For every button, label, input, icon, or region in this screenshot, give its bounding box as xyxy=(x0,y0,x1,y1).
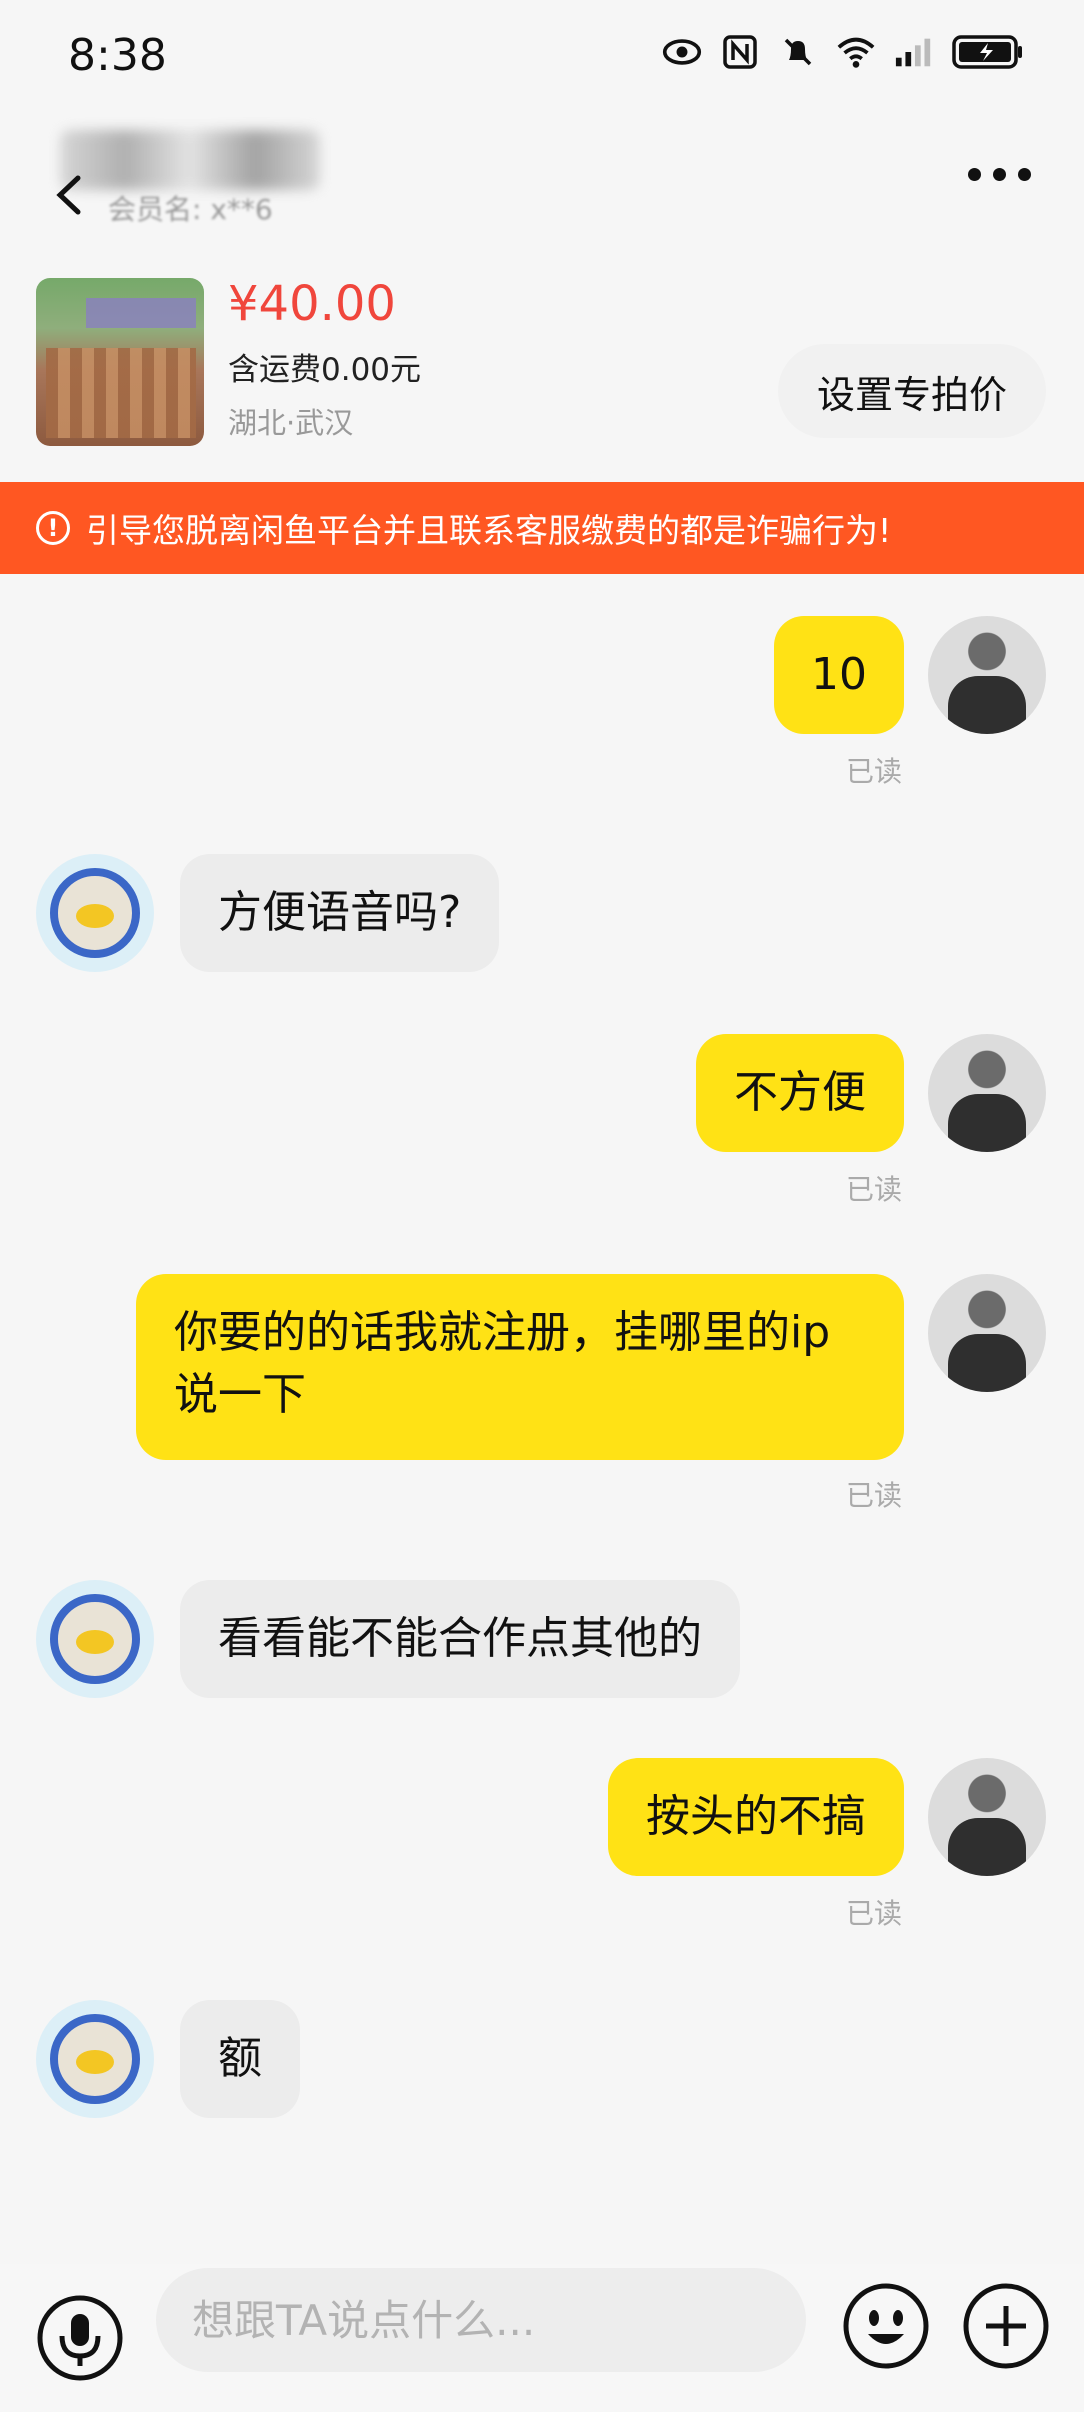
item-shipping: 含运费0.00元 xyxy=(228,352,422,388)
back-arrow-icon[interactable] xyxy=(46,170,96,220)
plus-icon xyxy=(963,2283,1049,2369)
seller-avatar[interactable] xyxy=(36,1580,154,1698)
smiley-icon xyxy=(843,2283,929,2369)
nfc-icon xyxy=(720,32,760,72)
item-location: 湖北·武汉 xyxy=(228,406,354,440)
read-status: 已读 xyxy=(846,1897,903,1930)
mute-bell-icon xyxy=(778,32,818,72)
read-status: 已读 xyxy=(846,755,903,788)
my-avatar[interactable] xyxy=(928,1274,1046,1392)
set-special-price-button[interactable]: 设置专拍价 xyxy=(778,344,1046,438)
message-bubble[interactable]: 看看能不能合作点其他的 xyxy=(180,1580,740,1698)
more-actions-button[interactable] xyxy=(962,2282,1050,2370)
my-avatar[interactable] xyxy=(928,1758,1046,1876)
my-avatar[interactable] xyxy=(928,616,1046,734)
microphone-icon xyxy=(37,2295,123,2381)
my-avatar[interactable] xyxy=(928,1034,1046,1152)
status-bar: 8:38 xyxy=(0,0,1084,110)
item-thumbnail[interactable] xyxy=(36,278,204,446)
message-bubble[interactable]: 10 xyxy=(774,616,904,734)
emoji-button[interactable] xyxy=(842,2282,930,2370)
seller-avatar[interactable] xyxy=(36,854,154,972)
item-card[interactable]: ¥40.00 含运费0.00元 湖北·武汉 设置专拍价 xyxy=(0,240,1084,480)
status-icons xyxy=(662,32,1024,72)
seller-avatar[interactable] xyxy=(36,2000,154,2118)
read-status: 已读 xyxy=(846,1173,903,1206)
message-bubble[interactable]: 你要的的话我就注册，挂哪里的ip说一下 xyxy=(136,1274,904,1460)
voice-input-button[interactable] xyxy=(36,2294,124,2382)
signal-icon xyxy=(894,32,934,72)
seller-name-blurred xyxy=(60,130,320,190)
message-bubble[interactable]: 方便语音吗? xyxy=(180,854,500,972)
wifi-icon xyxy=(836,32,876,72)
status-time: 8:38 xyxy=(68,30,167,81)
message-bubble[interactable]: 额 xyxy=(180,2000,300,2118)
warning-icon: ! xyxy=(36,511,70,545)
warning-text: 引导您脱离闲鱼平台并且联系客服缴费的都是诈骗行为! xyxy=(86,511,892,550)
chat-messages[interactable]: 10 已读 方便语音吗? 不方便 已读 你要的的话我就注册，挂哪里的ip说一下 … xyxy=(0,574,1084,2264)
chat-header: 会员名: x**6 xyxy=(0,110,1084,240)
read-status: 已读 xyxy=(846,1479,903,1512)
battery-icon xyxy=(952,32,1024,72)
message-bubble[interactable]: 按头的不搞 xyxy=(608,1758,904,1876)
item-price: ¥40.00 xyxy=(228,276,396,332)
eye-icon xyxy=(662,32,702,72)
more-options-icon[interactable] xyxy=(968,168,1034,188)
message-bubble[interactable]: 不方便 xyxy=(696,1034,904,1152)
message-input[interactable] xyxy=(156,2268,806,2372)
input-bar xyxy=(0,2264,1084,2412)
fraud-warning-banner: ! 引导您脱离闲鱼平台并且联系客服缴费的都是诈骗行为! xyxy=(0,482,1084,574)
seller-member-name: 会员名: x**6 xyxy=(108,193,273,226)
